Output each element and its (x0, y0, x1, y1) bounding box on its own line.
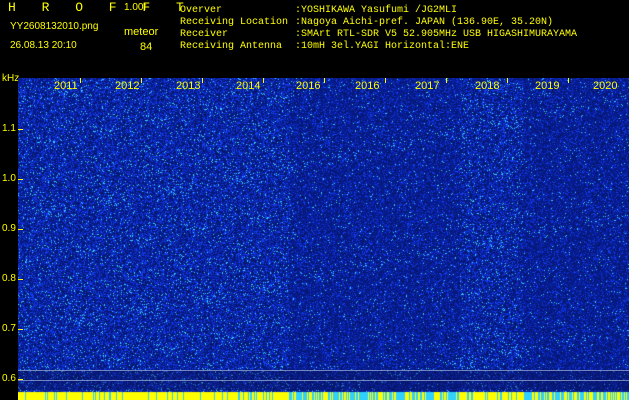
y-tick (18, 229, 23, 230)
x-tick (446, 78, 447, 83)
waterfall-canvas (18, 78, 629, 400)
info-observer: Overver :YOSHIKAWA Yasufumi /JG2MLI (180, 5, 457, 16)
x-tick (141, 78, 142, 83)
y-tick-label: 0.7 (2, 323, 16, 334)
x-tick (202, 78, 203, 83)
y-tick (18, 179, 23, 180)
x-tick-label: 2011 (54, 80, 78, 92)
x-tick-label: 2018 (475, 80, 500, 92)
hrofft-window: H R O F F T 1.00f YY2608132010.png 26.08… (0, 0, 629, 400)
info-value: :YOSHIKAWA Yasufumi /JG2MLI (295, 5, 458, 16)
x-tick (568, 78, 569, 83)
meteor-count: 84 (140, 41, 153, 53)
x-tick (507, 78, 508, 83)
x-tick (263, 78, 264, 83)
info-location: Receiving Location :Nagoya Aichi-pref. JA… (180, 17, 553, 28)
info-value: :Nagoya Aichi-pref. JAPAN (136.90E, 35.2… (295, 17, 554, 28)
filename-label: YY2608132010.png (10, 21, 99, 32)
y-tick-label: 1.1 (2, 123, 16, 134)
y-tick-label: 0.6 (2, 373, 16, 384)
guide-line (18, 380, 629, 381)
x-tick-label: 2013 (176, 80, 201, 92)
version-label: 1.00f (124, 2, 147, 13)
datetime-label: 26.08.13 20:10 (10, 40, 77, 51)
y-axis-unit: kHz (2, 73, 20, 84)
x-tick-label: 2014 (236, 80, 261, 92)
x-tick-label: 2019 (535, 80, 560, 92)
info-value: :SMArt RTL-SDR V5 52.905MHz USB HIGASHIM… (295, 29, 578, 40)
app-logo: H R O F F T (8, 0, 193, 15)
y-tick-label: 1.0 (2, 173, 16, 184)
y-tick (18, 129, 23, 130)
x-tick-label: 2016 (296, 80, 321, 92)
info-value: :10mH 3el.YAGI Horizontal:ENE (295, 41, 470, 52)
x-tick (324, 78, 325, 83)
y-tick-label: 0.9 (2, 223, 16, 234)
info-antenna: Receiving Antenna :10mH 3el.YAGI Horizont… (180, 41, 469, 52)
info-key: Receiving Antenna (180, 41, 283, 52)
info-key: Overver (180, 5, 223, 16)
info-receiver: Receiver :SMArt RTL-SDR V5 52.905MHz USB … (180, 29, 577, 40)
y-tick (18, 279, 23, 280)
y-tick (18, 379, 23, 380)
y-tick-label: 0.8 (2, 273, 16, 284)
info-key: Receiving Location (180, 17, 289, 28)
x-tick-label: 2020 (593, 80, 618, 92)
guide-line (18, 370, 629, 371)
x-tick-label: 2016 (355, 80, 380, 92)
x-tick (80, 78, 81, 83)
x-tick-label: 2017 (415, 80, 440, 92)
meteor-label: meteor (124, 26, 159, 38)
waterfall-plot (18, 78, 629, 400)
y-tick (18, 329, 23, 330)
x-tick (385, 78, 386, 83)
info-key: Receiver (180, 29, 229, 40)
x-tick-label: 2012 (115, 80, 140, 92)
